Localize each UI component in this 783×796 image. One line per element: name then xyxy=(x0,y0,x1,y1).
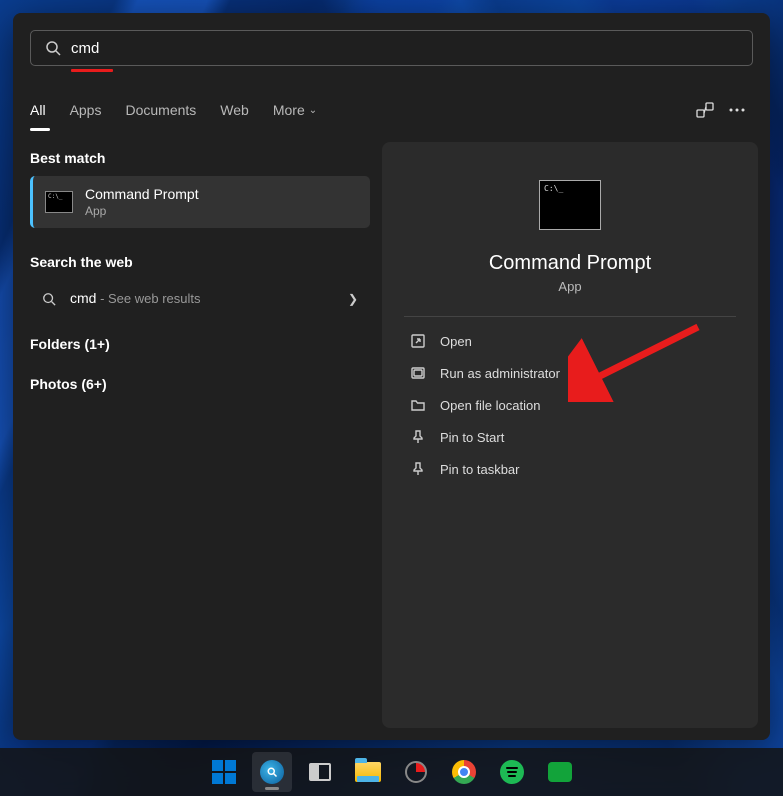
tab-more[interactable]: More ⌄ xyxy=(261,90,329,130)
search-icon xyxy=(42,292,56,306)
file-explorer-button[interactable] xyxy=(348,752,388,792)
windows-logo-icon xyxy=(212,760,236,784)
web-search-result[interactable]: cmd - See web results ❯ xyxy=(30,280,370,318)
best-match-subtitle: App xyxy=(85,204,199,218)
best-match-heading: Best match xyxy=(30,142,370,176)
connected-apps-button[interactable] xyxy=(689,94,721,126)
filter-tabs: All Apps Documents Web More ⌄ xyxy=(13,90,770,130)
chevron-right-icon: ❯ xyxy=(348,292,358,306)
annotation-underline xyxy=(71,69,113,72)
web-query-suffix: - See web results xyxy=(96,291,200,306)
pin-icon xyxy=(410,429,426,445)
app-circle-icon xyxy=(405,761,427,783)
search-bar-container xyxy=(13,13,770,66)
action-run-admin-label: Run as administrator xyxy=(440,366,560,381)
action-run-as-administrator[interactable]: Run as administrator xyxy=(404,357,736,389)
more-options-button[interactable] xyxy=(721,94,753,126)
search-input[interactable] xyxy=(71,40,738,57)
action-pin-to-start[interactable]: Pin to Start xyxy=(404,421,736,453)
folders-heading[interactable]: Folders (1+) xyxy=(30,328,370,362)
action-open-label: Open xyxy=(440,334,472,349)
web-query: cmd xyxy=(70,290,96,306)
command-prompt-icon-large xyxy=(539,180,601,230)
result-detail-panel: Command Prompt App Open Run as administr… xyxy=(382,142,758,728)
spotify-button[interactable] xyxy=(492,752,532,792)
action-pin-taskbar-label: Pin to taskbar xyxy=(440,462,520,477)
photos-heading[interactable]: Photos (6+) xyxy=(30,368,370,402)
taskbar xyxy=(0,748,783,796)
detail-subtitle: App xyxy=(558,279,581,294)
chat-button[interactable] xyxy=(540,752,580,792)
results-left-column: Best match Command Prompt App Search the… xyxy=(30,142,370,728)
chrome-button[interactable] xyxy=(444,752,484,792)
windows-search-panel: All Apps Documents Web More ⌄ Best match… xyxy=(13,13,770,740)
tab-documents[interactable]: Documents xyxy=(113,90,208,130)
divider xyxy=(404,316,736,317)
chevron-down-icon: ⌄ xyxy=(309,105,317,116)
search-bar[interactable] xyxy=(30,30,753,66)
shield-icon xyxy=(410,365,426,381)
best-match-title: Command Prompt xyxy=(85,186,199,202)
tab-all[interactable]: All xyxy=(30,90,58,130)
best-match-text: Command Prompt App xyxy=(85,186,199,218)
task-view-button[interactable] xyxy=(300,752,340,792)
task-view-icon xyxy=(309,763,331,781)
detail-title: Command Prompt xyxy=(489,252,651,275)
search-icon xyxy=(45,40,61,56)
results-area: Best match Command Prompt App Search the… xyxy=(13,130,770,740)
action-open-file-location[interactable]: Open file location xyxy=(404,389,736,421)
spotify-icon xyxy=(500,760,524,784)
tab-apps[interactable]: Apps xyxy=(58,90,114,130)
search-web-heading: Search the web xyxy=(30,246,370,280)
tab-web[interactable]: Web xyxy=(208,90,261,130)
best-match-result[interactable]: Command Prompt App xyxy=(30,176,370,228)
pin-icon xyxy=(410,461,426,477)
file-explorer-icon xyxy=(355,762,381,782)
start-button[interactable] xyxy=(204,752,244,792)
action-open-loc-label: Open file location xyxy=(440,398,540,413)
action-list: Open Run as administrator Open file loca… xyxy=(404,325,736,485)
search-icon xyxy=(260,760,284,784)
folder-icon xyxy=(410,397,426,413)
action-pin-to-taskbar[interactable]: Pin to taskbar xyxy=(404,453,736,485)
taskbar-search-button[interactable] xyxy=(252,752,292,792)
tab-more-label: More xyxy=(273,102,305,118)
command-prompt-icon xyxy=(45,191,73,213)
action-pin-start-label: Pin to Start xyxy=(440,430,504,445)
chat-icon xyxy=(548,762,572,782)
open-icon xyxy=(410,333,426,349)
chrome-icon xyxy=(452,760,476,784)
action-open[interactable]: Open xyxy=(404,325,736,357)
taskbar-app-1[interactable] xyxy=(396,752,436,792)
